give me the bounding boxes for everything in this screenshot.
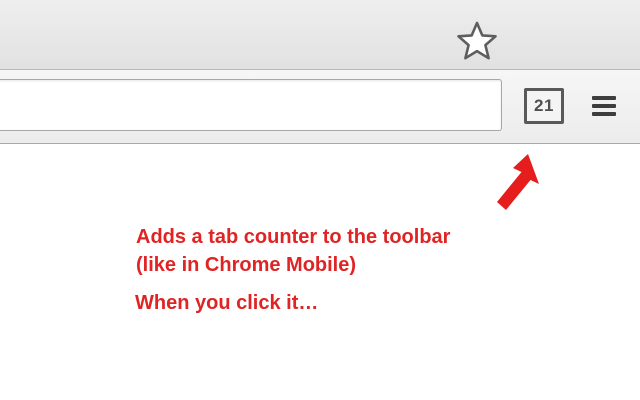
tab-count: 21	[534, 96, 554, 115]
star-outline-icon[interactable]	[456, 20, 498, 62]
red-arrow-icon	[497, 154, 539, 210]
caption-line-1: Adds a tab counter to the toolbar	[136, 226, 451, 248]
hamburger-menu-icon[interactable]	[588, 90, 620, 122]
omnibox[interactable]	[0, 79, 502, 131]
address-input[interactable]	[5, 90, 435, 120]
menu-bar-top	[592, 96, 616, 100]
caption-line-2: (like in Chrome Mobile)	[136, 254, 357, 276]
screenshot-page: 21 Adds a tab counter to the toolbar (li…	[0, 0, 640, 400]
caption-line-3: When you click it…	[135, 292, 319, 314]
tab-counter-button[interactable]: 21	[524, 88, 564, 124]
menu-bar-bottom	[592, 112, 616, 116]
tab-strip	[0, 0, 640, 70]
menu-bar-middle	[592, 104, 616, 108]
